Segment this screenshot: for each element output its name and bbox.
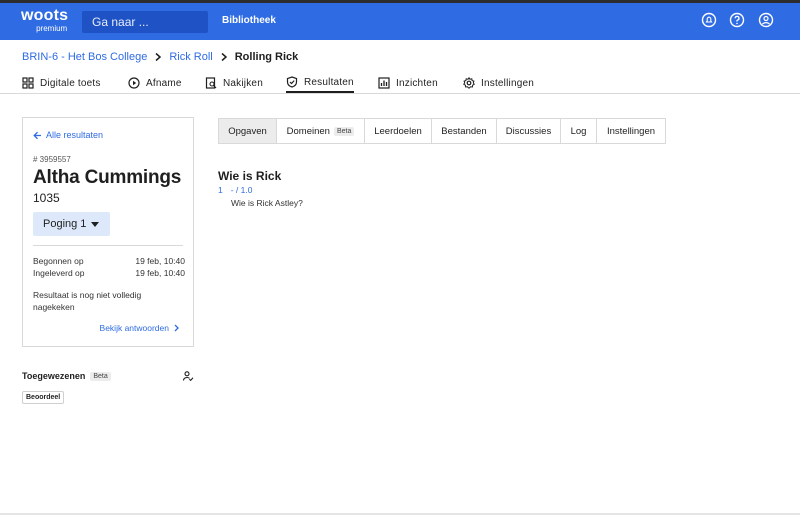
started-value: 19 feb, 10:40 bbox=[135, 256, 185, 266]
tab-leerdoelen[interactable]: Leerdoelen bbox=[365, 119, 432, 143]
chevron-right-icon bbox=[174, 324, 179, 332]
beta-badge: Beta bbox=[333, 126, 355, 136]
submitted-value: 19 feb, 10:40 bbox=[135, 268, 185, 278]
started-row: Begonnen op 19 feb, 10:40 bbox=[33, 256, 185, 266]
attempt-label: Poging 1 bbox=[43, 218, 87, 230]
student-id: # 3959557 bbox=[33, 155, 71, 164]
view-answers-link[interactable]: Bekijk antwoorden bbox=[100, 323, 180, 333]
grading-status: Resultaat is nog niet volledig nagekeken bbox=[33, 290, 142, 312]
breadcrumb-school[interactable]: BRIN-6 - Het Bos College bbox=[22, 51, 147, 63]
nav-afname[interactable]: Afname bbox=[128, 73, 182, 93]
help-icon[interactable] bbox=[729, 12, 745, 28]
caret-down-icon bbox=[91, 221, 100, 227]
started-label: Begonnen op bbox=[33, 256, 84, 266]
nav-label: Resultaten bbox=[304, 76, 354, 88]
nav-inzichten[interactable]: Inzichten bbox=[378, 73, 438, 93]
review-icon bbox=[205, 77, 217, 89]
beta-badge: Beta bbox=[90, 371, 111, 381]
chart-icon bbox=[378, 77, 390, 89]
back-label: Alle resultaten bbox=[46, 130, 104, 140]
student-card: Alle resultaten # 3959557 Altha Cummings… bbox=[22, 117, 194, 347]
tab-label: Discussies bbox=[505, 125, 552, 137]
chevron-right-icon bbox=[155, 52, 162, 62]
nav-instellingen[interactable]: Instellingen bbox=[463, 73, 534, 93]
search-input[interactable]: Ga naar ... bbox=[82, 11, 208, 33]
student-name: Altha Cummings bbox=[33, 167, 182, 188]
nav-label: Digitale toets bbox=[40, 77, 101, 89]
tab-discussies[interactable]: Discussies bbox=[497, 119, 561, 143]
question-number: 1 bbox=[218, 185, 223, 195]
chevron-right-icon bbox=[221, 52, 227, 62]
tab-log[interactable]: Log bbox=[561, 119, 597, 143]
view-answers-label: Bekijk antwoorden bbox=[99, 323, 169, 333]
tab-bestanden[interactable]: Bestanden bbox=[432, 119, 497, 143]
user-icon[interactable] bbox=[758, 12, 774, 28]
nav-label: Afname bbox=[146, 77, 182, 89]
nav-digitale-toets[interactable]: Digitale toets bbox=[22, 73, 101, 93]
tab-domeinen[interactable]: Domeinen Beta bbox=[277, 119, 365, 143]
grid-icon bbox=[22, 77, 34, 89]
notifications-icon[interactable] bbox=[701, 12, 717, 28]
nav-label: Instellingen bbox=[481, 77, 534, 89]
nav-nakijken[interactable]: Nakijken bbox=[205, 73, 263, 93]
question-title: Wie is Rick bbox=[218, 169, 282, 183]
tab-instellingen[interactable]: Instellingen bbox=[597, 119, 665, 143]
question-text: Wie is Rick Astley? bbox=[231, 198, 303, 208]
back-to-results-link[interactable]: Alle resultaten bbox=[33, 130, 103, 140]
question-score-line: 1 - / 1.0 bbox=[218, 185, 252, 195]
play-icon bbox=[128, 77, 140, 89]
assigned-label: Toegewezenen bbox=[22, 371, 86, 381]
logo-subtext: premium bbox=[36, 24, 68, 33]
top-bar: woots premium Ga naar ... Bibliotheek bbox=[0, 3, 800, 40]
tab-opgaven[interactable]: Opgaven bbox=[219, 119, 277, 143]
main-nav: Digitale toets Afname Nakijken Resultate… bbox=[0, 72, 800, 94]
submitted-label: Ingeleverd op bbox=[33, 268, 85, 278]
tab-label: Bestanden bbox=[441, 125, 487, 137]
question-score[interactable]: - / 1.0 bbox=[231, 185, 253, 195]
assigned-tag[interactable]: Beoordeel bbox=[22, 391, 65, 404]
shield-check-icon bbox=[286, 76, 298, 88]
nav-label: Inzichten bbox=[396, 77, 438, 89]
assigned-heading: Toegewezenen Beta bbox=[22, 371, 111, 381]
gear-icon bbox=[463, 77, 475, 89]
result-tabs: Opgaven Domeinen Beta Leerdoelen Bestand… bbox=[218, 118, 666, 144]
breadcrumb-current: Rolling Rick bbox=[234, 51, 299, 63]
tab-label: Domeinen bbox=[286, 125, 330, 137]
breadcrumb: BRIN-6 - Het Bos College Rick Roll Rolli… bbox=[22, 51, 298, 63]
nav-label: Nakijken bbox=[223, 77, 263, 89]
logo-text: woots bbox=[21, 7, 69, 24]
arrow-left-icon bbox=[33, 131, 41, 139]
tab-label: Leerdoelen bbox=[374, 125, 422, 137]
tab-label: Instellingen bbox=[606, 125, 656, 137]
tab-label: Log bbox=[570, 125, 587, 137]
woots-logo[interactable]: woots premium bbox=[21, 7, 69, 34]
nav-resultaten[interactable]: Resultaten bbox=[286, 73, 354, 93]
attempt-dropdown[interactable]: Poging 1 bbox=[33, 212, 110, 236]
library-link[interactable]: Bibliotheek bbox=[222, 15, 276, 26]
assign-user-icon[interactable] bbox=[182, 370, 194, 382]
breadcrumb-test[interactable]: Rick Roll bbox=[169, 51, 212, 63]
divider bbox=[33, 245, 183, 246]
tab-label: Opgaven bbox=[228, 125, 267, 137]
student-code: 1035 bbox=[33, 191, 60, 205]
submitted-row: Ingeleverd op 19 feb, 10:40 bbox=[33, 268, 185, 278]
